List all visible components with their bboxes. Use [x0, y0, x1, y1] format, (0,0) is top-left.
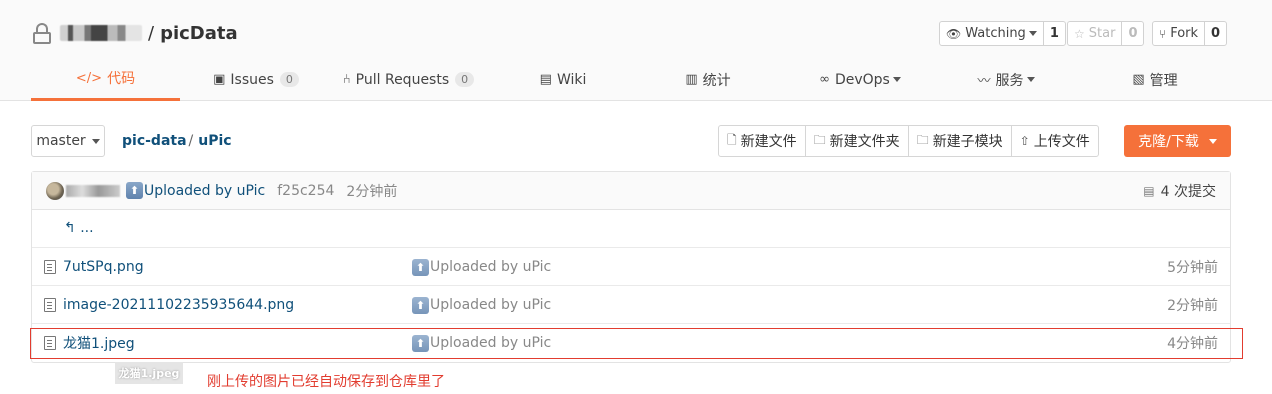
watch-button[interactable]: 👁 Watching [940, 22, 1043, 45]
tab-wiki[interactable]: ▤ Wiki [528, 58, 598, 101]
eye-icon: 👁 [946, 26, 962, 41]
commit-history-icon: ▤ [1143, 184, 1155, 198]
chevron-down-icon [892, 77, 901, 82]
pull-request-icon: ⑃ [342, 72, 351, 87]
watch-button-group[interactable]: 👁 Watching 1 [939, 21, 1066, 46]
lock-icon [32, 21, 52, 45]
infinity-icon: ∞ [819, 72, 830, 87]
file-name-link[interactable]: 7utSPq.png [44, 248, 144, 286]
tab-services[interactable]: 〰 服务 [971, 58, 1041, 101]
repo-separator: / [148, 22, 155, 44]
submodule-icon: 🗀 [916, 132, 929, 147]
file-icon [44, 298, 56, 312]
code-icon: </> [75, 70, 103, 86]
drag-tooltip: 龙猫1.jpeg [115, 362, 183, 384]
new-folder-button[interactable]: 🗀 新建文件夹 [806, 126, 909, 156]
commits-count-link[interactable]: ▤ 4 次提交 [1143, 172, 1216, 210]
file-name-link[interactable]: image-20211102235935644.png [44, 286, 294, 324]
file-commit-message[interactable]: ⬆ Uploaded by uPic [412, 286, 551, 324]
parent-dir-link[interactable]: ↰ ... [64, 220, 94, 236]
up-arrow-icon: ⬆ [412, 258, 429, 276]
tab-pull-requests[interactable]: ⑃ Pull Requests 0 [336, 58, 481, 101]
file-commit-message[interactable]: ⬆ Uploaded by uPic [412, 248, 551, 286]
upload-file-button[interactable]: ⇧ 上传文件 [1012, 126, 1098, 156]
issues-icon: ▣ [213, 72, 226, 87]
folder-plus-icon: 🗀 [813, 132, 826, 147]
watch-count[interactable]: 1 [1042, 22, 1065, 45]
new-submodule-button[interactable]: 🗀 新建子模块 [909, 126, 1012, 156]
file-plus-icon: 🗋 [727, 132, 737, 147]
star-button-group[interactable]: ☆ Star 0 [1067, 21, 1145, 46]
commit-message[interactable]: Uploaded by uPic [144, 183, 265, 199]
commit-author-blurred[interactable] [66, 184, 120, 197]
tab-code[interactable]: </> 代码 [31, 58, 180, 101]
parent-dir-row[interactable]: ↰ ... [32, 210, 1230, 248]
file-row[interactable]: image-20211102235935644.png ⬆ Uploaded b… [32, 286, 1230, 324]
file-time: 2分钟前 [1167, 298, 1218, 314]
pulse-icon: 〰 [977, 74, 991, 89]
up-arrow-icon: ⬆ [126, 182, 143, 199]
file-actions-group: 🗋 新建文件 🗀 新建文件夹 🗀 新建子模块 ⇧ 上传文件 [718, 125, 1099, 157]
wiki-icon: ▤ [539, 72, 552, 87]
breadcrumb-current: uPic [198, 133, 232, 149]
latest-commit-bar: ⬆ Uploaded by uPic f25c254 2分钟前 ▤ 4 次提交 [32, 172, 1230, 210]
commit-sha[interactable]: f25c254 [277, 183, 334, 199]
pulls-count-badge: 0 [455, 72, 475, 87]
breadcrumb-separator: / [188, 133, 194, 149]
tab-stats[interactable]: ▥ 统计 [678, 58, 738, 101]
branch-select[interactable]: master [31, 125, 105, 157]
bar-chart-icon: ▥ [685, 72, 698, 87]
fork-icon: ⑂ [1159, 26, 1167, 41]
file-time: 5分钟前 [1167, 260, 1218, 276]
upload-icon: ⇧ [1019, 134, 1030, 148]
chevron-down-icon [1028, 31, 1037, 36]
tab-issues[interactable]: ▣ Issues 0 [201, 58, 311, 101]
repo-header: / picData 👁 Watching 1 ☆ Star 0 ⑂ Fork 0… [0, 0, 1272, 101]
settings-doc-icon: ▧ [1132, 72, 1145, 87]
tab-devops[interactable]: ∞ DevOps [810, 58, 910, 101]
file-icon [44, 260, 56, 274]
file-row[interactable]: 7utSPq.png ⬆ Uploaded by uPic 5分钟前 [32, 248, 1230, 286]
commit-time: 2分钟前 [346, 183, 398, 200]
annotation-text: 刚上传的图片已经自动保存到仓库里了 [207, 374, 445, 390]
tab-manage[interactable]: ▧ 管理 [1128, 58, 1182, 101]
star-count[interactable]: 0 [1121, 22, 1143, 45]
new-file-button[interactable]: 🗋 新建文件 [719, 126, 806, 156]
star-icon: ☆ [1074, 26, 1085, 41]
fork-button-group[interactable]: ⑂ Fork 0 [1152, 21, 1228, 46]
chevron-down-icon [1208, 138, 1217, 144]
repo-name[interactable]: picData [160, 23, 238, 44]
highlight-box [30, 328, 1243, 359]
issues-count-badge: 0 [279, 72, 299, 87]
breadcrumb: pic-data / uPic [122, 133, 232, 149]
fork-count[interactable]: 0 [1204, 22, 1226, 45]
repo-nav: </> 代码 ▣ Issues 0 ⑃ Pull Requests 0 ▤ Wi… [31, 58, 1243, 101]
avatar[interactable] [46, 181, 64, 200]
back-arrow-icon: ↰ [64, 220, 76, 236]
star-button[interactable]: ☆ Star [1068, 22, 1121, 45]
fork-button[interactable]: ⑂ Fork [1153, 22, 1204, 45]
chevron-down-icon [1026, 77, 1035, 82]
repo-owner-blurred[interactable] [60, 25, 142, 41]
breadcrumb-root[interactable]: pic-data [122, 133, 187, 149]
up-arrow-icon: ⬆ [412, 296, 429, 314]
repo-title: / picData [32, 20, 238, 46]
clone-download-button[interactable]: 克隆/下载 [1124, 125, 1231, 157]
chevron-down-icon [91, 138, 100, 144]
